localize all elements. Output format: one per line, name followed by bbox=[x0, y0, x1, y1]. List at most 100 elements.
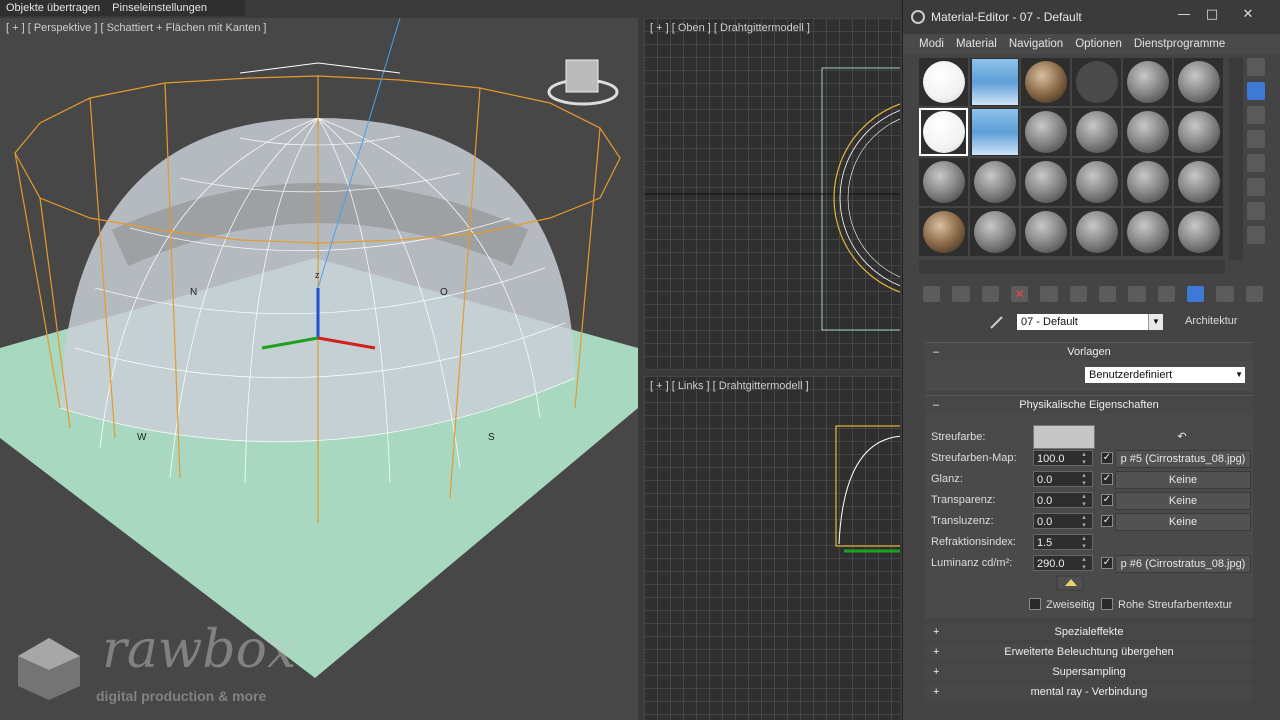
material-sample-slot[interactable] bbox=[1021, 108, 1070, 156]
make-unique-icon[interactable] bbox=[1069, 286, 1087, 302]
diffuse-map-button[interactable]: p #5 (Cirrostratus_08.jpg) bbox=[1115, 450, 1251, 468]
make-preview-icon[interactable] bbox=[1247, 178, 1265, 196]
video-color-check-icon[interactable] bbox=[1247, 154, 1265, 172]
material-sample-slot[interactable] bbox=[1123, 158, 1172, 206]
maximize-button[interactable]: □ bbox=[1199, 6, 1225, 24]
menu-pinseleinstellungen[interactable]: Pinseleinstellungen bbox=[106, 0, 213, 16]
menu-objekte-uebertragen[interactable]: Objekte übertragen bbox=[0, 0, 106, 16]
show-map-in-viewport-icon[interactable] bbox=[1157, 286, 1175, 302]
material-sample-slot[interactable] bbox=[1123, 58, 1172, 106]
material-sample-slot[interactable] bbox=[919, 158, 968, 206]
transparency-checkbox[interactable]: ✓ bbox=[1101, 494, 1113, 506]
viewport-perspective[interactable]: N O W S z [ + ] [ Perspektive ] [ Schatt… bbox=[0, 18, 638, 720]
two-sided-option[interactable]: Zweiseitig bbox=[1029, 598, 1095, 611]
menu-modi[interactable]: Modi bbox=[913, 34, 950, 54]
rollout-supersampling[interactable]: + Supersampling bbox=[925, 664, 1253, 680]
material-sample-slot[interactable] bbox=[1072, 108, 1121, 156]
diffuse-color-map-button[interactable]: ↶ bbox=[1115, 429, 1249, 445]
material-sample-slot[interactable] bbox=[1123, 208, 1172, 256]
go-to-parent-icon[interactable] bbox=[1216, 286, 1234, 302]
backlight-icon[interactable] bbox=[1247, 82, 1265, 100]
material-sample-slot[interactable] bbox=[1174, 208, 1223, 256]
material-sample-slot[interactable] bbox=[1174, 158, 1223, 206]
menu-optionen[interactable]: Optionen bbox=[1069, 34, 1128, 54]
material-type-button[interactable]: Architektur bbox=[1185, 315, 1238, 327]
viewport-top[interactable]: [ + ] [ Oben ] [ Drahtgittermodell ] bbox=[644, 18, 900, 370]
gloss-map-button[interactable]: Keine bbox=[1115, 471, 1251, 489]
viewport-left[interactable]: [ + ] [ Links ] [ Drahtgittermodell ] bbox=[644, 376, 900, 720]
luminance-map-button[interactable]: p #6 (Cirrostratus_08.jpg) bbox=[1115, 555, 1251, 573]
material-sample-slot[interactable] bbox=[1072, 58, 1121, 106]
translucency-checkbox[interactable]: ✓ bbox=[1101, 515, 1113, 527]
rollout-mental-ray-connection[interactable]: + mental ray - Verbindung bbox=[925, 684, 1253, 700]
two-sided-checkbox[interactable] bbox=[1029, 598, 1041, 610]
slots-horizontal-scrollbar[interactable] bbox=[919, 260, 1225, 274]
material-sample-slot[interactable] bbox=[1021, 58, 1070, 106]
rollout-special-effects[interactable]: + Spezialeffekte bbox=[925, 624, 1253, 640]
raw-diffuse-option[interactable]: Rohe Streufarbentextur bbox=[1101, 598, 1232, 611]
minimize-button[interactable]: — bbox=[1171, 6, 1197, 24]
rollout-templates-header[interactable]: – Vorlagen bbox=[925, 343, 1253, 361]
raw-diffuse-checkbox[interactable] bbox=[1101, 598, 1113, 610]
material-preview-sphere bbox=[1126, 211, 1169, 253]
material-sample-slot[interactable] bbox=[970, 108, 1019, 156]
translucency-spinner[interactable]: 0.0 bbox=[1033, 513, 1093, 529]
go-forward-sibling-icon[interactable] bbox=[1245, 286, 1263, 302]
sample-uv-tiling-icon[interactable] bbox=[1247, 130, 1265, 148]
material-sample-slot[interactable] bbox=[970, 158, 1019, 206]
label-diffuse-color: Streufarbe: bbox=[931, 431, 986, 443]
viewport-label-left[interactable]: [ + ] [ Links ] [ Drahtgittermodell ] bbox=[650, 380, 809, 392]
show-end-result-icon[interactable] bbox=[1186, 286, 1205, 302]
menu-navigation[interactable]: Navigation bbox=[1003, 34, 1069, 54]
background-checker-icon[interactable] bbox=[1247, 106, 1265, 124]
diffuse-map-amount[interactable]: 100.0 bbox=[1033, 450, 1093, 466]
material-name-field[interactable]: 07 - Default ▼ bbox=[1017, 314, 1163, 330]
transparency-spinner[interactable]: 0.0 bbox=[1033, 492, 1093, 508]
menu-material[interactable]: Material bbox=[950, 34, 1003, 54]
make-copy-icon[interactable] bbox=[1040, 286, 1058, 302]
luminance-checkbox[interactable]: ✓ bbox=[1101, 557, 1113, 569]
menu-dienstprogramme[interactable]: Dienstprogramme bbox=[1128, 34, 1231, 54]
watermark-tagline: digital production & more bbox=[96, 688, 267, 704]
gloss-checkbox[interactable]: ✓ bbox=[1101, 473, 1113, 485]
material-sample-slot[interactable] bbox=[919, 108, 968, 156]
diffuse-map-checkbox[interactable]: ✓ bbox=[1101, 452, 1113, 464]
gloss-spinner[interactable]: 0.0 bbox=[1033, 471, 1093, 487]
luminance-from-light-icon[interactable] bbox=[1055, 574, 1085, 592]
options-icon[interactable] bbox=[1247, 202, 1265, 220]
transparency-map-button[interactable]: Keine bbox=[1115, 492, 1251, 510]
material-sample-slot[interactable] bbox=[1174, 58, 1223, 106]
get-material-icon[interactable] bbox=[923, 286, 941, 302]
rollout-advanced-lighting-override[interactable]: + Erweiterte Beleuchtung übergehen bbox=[925, 644, 1253, 660]
material-editor-titlebar[interactable]: Material-Editor - 07 - Default — □ ✕ bbox=[903, 0, 1280, 34]
put-to-scene-icon[interactable] bbox=[952, 286, 970, 302]
material-sample-slot[interactable] bbox=[1021, 208, 1070, 256]
sample-type-icon[interactable] bbox=[1247, 58, 1265, 76]
assign-to-selection-icon[interactable] bbox=[981, 286, 999, 302]
material-sample-slot[interactable] bbox=[1174, 108, 1223, 156]
diffuse-color-swatch[interactable] bbox=[1033, 425, 1095, 449]
material-sample-slot[interactable] bbox=[1072, 208, 1121, 256]
eyedropper-icon[interactable] bbox=[989, 314, 1005, 330]
material-sample-slot[interactable] bbox=[919, 208, 968, 256]
rollout-physical-header[interactable]: – Physikalische Eigenschaften bbox=[925, 396, 1253, 414]
material-sample-slot[interactable] bbox=[1072, 158, 1121, 206]
template-dropdown[interactable]: Benutzerdefiniert ▼ bbox=[1085, 367, 1245, 383]
select-by-material-icon[interactable] bbox=[1247, 226, 1265, 244]
luminance-spinner[interactable]: 290.0 bbox=[1033, 555, 1093, 571]
viewport-label-perspective[interactable]: [ + ] [ Perspektive ] [ Schattiert + Flä… bbox=[6, 22, 266, 34]
material-sample-slot[interactable] bbox=[970, 208, 1019, 256]
put-to-library-icon[interactable] bbox=[1098, 286, 1117, 302]
viewport-label-top[interactable]: [ + ] [ Oben ] [ Drahtgittermodell ] bbox=[650, 22, 810, 34]
material-sample-slot[interactable] bbox=[970, 58, 1019, 106]
material-sample-slot[interactable] bbox=[1021, 158, 1070, 206]
refraction-index-spinner[interactable]: 1.5 bbox=[1033, 534, 1093, 550]
reset-map-icon[interactable]: ✕ bbox=[1010, 286, 1029, 302]
material-sample-slot[interactable] bbox=[1123, 108, 1172, 156]
slots-vertical-scrollbar[interactable] bbox=[1229, 58, 1243, 260]
material-id-icon[interactable] bbox=[1128, 286, 1146, 302]
translucency-map-button[interactable]: Keine bbox=[1115, 513, 1251, 531]
close-button[interactable]: ✕ bbox=[1235, 6, 1261, 24]
material-sample-slot[interactable] bbox=[919, 58, 968, 106]
chevron-down-icon[interactable]: ▼ bbox=[1148, 314, 1163, 330]
